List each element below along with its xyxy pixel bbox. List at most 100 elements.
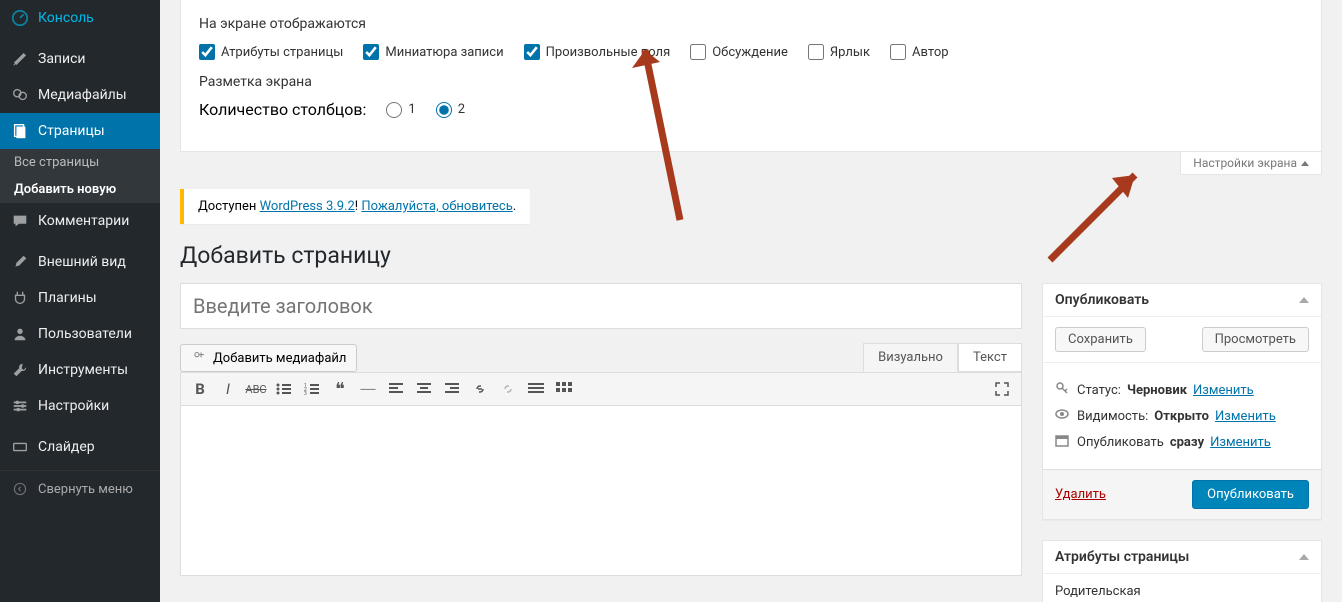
bold-button[interactable]: B — [187, 377, 213, 401]
screen-option-check-2[interactable]: Произвольные поля — [524, 44, 671, 60]
editor-toolbar: B I ABC 123 ❝ — — [180, 372, 1022, 406]
screen-option-check-0[interactable]: Атрибуты страницы — [199, 44, 343, 60]
menu-label: Внешний вид — [38, 254, 126, 270]
tool-icon — [10, 360, 30, 380]
ol-button[interactable]: 123 — [299, 377, 325, 401]
so-heading-display: На экране отображаются — [199, 16, 1303, 32]
menu-label: Комментарии — [38, 213, 129, 229]
media-btn-label: Добавить медиафайл — [213, 351, 346, 366]
main-content: На экране отображаются Атрибуты страницы… — [160, 0, 1342, 602]
hr-button[interactable]: — — [355, 377, 381, 401]
cols-radio-2[interactable]: 2 — [436, 102, 465, 118]
menu-label: Консоль — [38, 10, 94, 26]
menu-label: Страницы — [38, 123, 105, 139]
quote-button[interactable]: ❝ — [327, 377, 353, 401]
pin-icon — [10, 49, 30, 69]
user-icon — [10, 324, 30, 344]
menu-label: Записи — [38, 51, 86, 67]
align-center-button[interactable] — [411, 377, 437, 401]
collapse-label: Свернуть меню — [38, 482, 133, 497]
screen-option-check-1[interactable]: Миниатюра записи — [363, 44, 503, 60]
submenu-pages: Все страницы Добавить новую — [0, 149, 160, 203]
so-heading-layout: Разметка экрана — [199, 74, 1303, 90]
attributes-metabox: Атрибуты страницы Родительская — [1042, 540, 1322, 602]
post-title-input[interactable] — [180, 283, 1022, 329]
toggle-icon[interactable] — [1299, 554, 1309, 560]
menu-appearance[interactable]: Внешний вид — [0, 244, 160, 280]
calendar-icon — [1055, 433, 1071, 451]
menu-label: Пользователи — [38, 326, 132, 342]
more-button[interactable] — [523, 377, 549, 401]
sidebar-column: Опубликовать Сохранить Просмотреть Стату… — [1042, 283, 1322, 602]
screen-tab-wrap: Настройки экрана — [180, 152, 1322, 175]
slider-icon — [10, 437, 30, 457]
tab-visual[interactable]: Визуально — [863, 343, 958, 372]
edit-visibility-link[interactable]: Изменить — [1215, 409, 1276, 424]
eye-icon — [1055, 407, 1071, 425]
ul-button[interactable] — [271, 377, 297, 401]
save-draft-button[interactable]: Сохранить — [1055, 327, 1146, 352]
publish-metabox: Опубликовать Сохранить Просмотреть Стату… — [1042, 283, 1322, 520]
strike-button[interactable]: ABC — [243, 377, 269, 401]
kitchen-sink-button[interactable] — [551, 377, 577, 401]
menu-settings[interactable]: Настройки — [0, 388, 160, 424]
collapse-icon — [10, 479, 30, 499]
preview-button[interactable]: Просмотреть — [1202, 327, 1309, 352]
sub-add-new[interactable]: Добавить новую — [0, 176, 160, 203]
delete-link[interactable]: Удалить — [1055, 487, 1106, 502]
menu-media[interactable]: Медиафайлы — [0, 77, 160, 113]
menu-dashboard[interactable]: Консоль — [0, 0, 160, 36]
screen-options-panel: На экране отображаются Атрибуты страницы… — [180, 0, 1322, 152]
menu-pages[interactable]: Страницы — [0, 113, 160, 149]
unlink-button[interactable] — [495, 377, 521, 401]
align-right-button[interactable] — [439, 377, 465, 401]
editor-tabs: Визуально Текст — [863, 343, 1022, 372]
menu-label: Медиафайлы — [38, 87, 127, 103]
menu-comments[interactable]: Комментарии — [0, 203, 160, 239]
wp-version-link[interactable]: WordPress 3.9.2 — [260, 199, 355, 214]
menu-label: Плагины — [38, 290, 97, 306]
menu-label: Инструменты — [38, 362, 128, 378]
edit-schedule-link[interactable]: Изменить — [1210, 435, 1271, 450]
media-icon — [191, 349, 207, 367]
menu-label: Слайдер — [38, 439, 95, 455]
link-button[interactable] — [467, 377, 493, 401]
cols-label: Количество столбцов: — [199, 100, 366, 119]
edit-status-link[interactable]: Изменить — [1193, 383, 1254, 398]
update-link[interactable]: Пожалуйста, обновитесь — [361, 199, 512, 214]
add-media-button[interactable]: Добавить медиафайл — [180, 344, 357, 372]
sub-all-pages[interactable]: Все страницы — [0, 149, 160, 176]
menu-posts[interactable]: Записи — [0, 41, 160, 77]
toggle-icon[interactable] — [1299, 297, 1309, 303]
comment-icon — [10, 211, 30, 231]
dashboard-icon — [10, 8, 30, 28]
media-icon — [10, 85, 30, 105]
screen-option-check-3[interactable]: Обсуждение — [690, 44, 788, 60]
key-icon — [1055, 381, 1071, 399]
brush-icon — [10, 252, 30, 272]
fullscreen-button[interactable] — [989, 377, 1015, 401]
menu-users[interactable]: Пользователи — [0, 316, 160, 352]
so-checkboxes-row: Атрибуты страницы Миниатюра записи Произво… — [199, 44, 1303, 60]
align-left-button[interactable] — [383, 377, 409, 401]
chevron-up-icon — [1301, 161, 1309, 166]
cols-radio-1[interactable]: 1 — [386, 102, 415, 118]
collapse-menu[interactable]: Свернуть меню — [0, 470, 160, 507]
update-notice: Доступен WordPress 3.9.2! Пожалуйста, об… — [180, 189, 530, 224]
menu-slider[interactable]: Слайдер — [0, 429, 160, 465]
menu-tools[interactable]: Инструменты — [0, 352, 160, 388]
screen-options-tab[interactable]: Настройки экрана — [1180, 152, 1322, 175]
tab-text[interactable]: Текст — [958, 343, 1022, 372]
page-title: Добавить страницу — [180, 242, 1322, 269]
parent-label: Родительская — [1055, 584, 1309, 599]
screen-option-check-5[interactable]: Автор — [890, 44, 949, 60]
plug-icon — [10, 288, 30, 308]
italic-button[interactable]: I — [215, 377, 241, 401]
menu-plugins[interactable]: Плагины — [0, 280, 160, 316]
svg-text:3: 3 — [304, 391, 307, 396]
screen-option-check-4[interactable]: Ярлык — [808, 44, 870, 60]
editor-content[interactable] — [180, 406, 1022, 576]
attrs-title: Атрибуты страницы — [1055, 549, 1189, 565]
publish-button[interactable]: Опубликовать — [1192, 480, 1309, 509]
so-cols-row: Количество столбцов: 1 2 — [199, 100, 1303, 119]
